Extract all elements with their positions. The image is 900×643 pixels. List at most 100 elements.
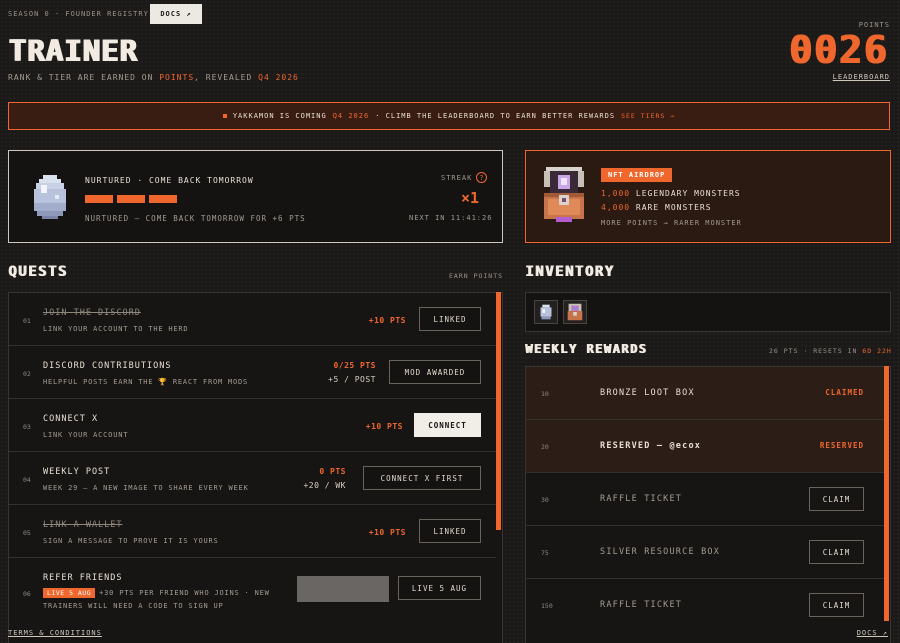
quest-points: +10 PTS xyxy=(365,422,403,431)
quest-subtitle: HELPFUL POSTS EARN THE 🏆 REACT FROM MODS xyxy=(43,378,249,386)
rare-text: RARE MONSTERS xyxy=(635,203,712,212)
rewards-scrollbar[interactable] xyxy=(884,366,889,621)
connect-x-button[interactable]: CONNECT xyxy=(414,413,481,437)
weekly-rewards-title: WEEKLY REWARDS xyxy=(525,342,648,356)
quest-number: 04 xyxy=(23,476,31,484)
quest-points: +10 PTS xyxy=(368,316,406,325)
nft-airdrop-badge: NFT AIRDROP xyxy=(601,168,673,182)
connect-x-first-button[interactable]: CONNECT X FIRST xyxy=(363,466,481,490)
claim-button[interactable]: CLAIM xyxy=(809,593,864,617)
rare-count: 4,000 xyxy=(601,203,631,212)
reward-row: 20 RESERVED — @ecox RESERVED xyxy=(526,420,884,473)
announcement-banner: YAKKAMON IS COMING Q4 2026 · CLIMB THE L… xyxy=(8,102,890,130)
quest-rate: +5 / POST xyxy=(328,375,376,384)
streak-label: STREAK xyxy=(441,174,473,182)
treasure-chest-icon xyxy=(567,303,583,321)
claim-button[interactable]: CLAIM xyxy=(809,540,864,564)
egg-icon[interactable] xyxy=(31,173,69,221)
season-label: SEASON 0 · FOUNDER REGISTRY xyxy=(8,10,149,18)
referral-code-field[interactable] xyxy=(297,576,389,602)
banner-date: Q4 2026 xyxy=(332,112,370,120)
help-icon[interactable]: ? xyxy=(476,172,487,183)
banner-square-icon xyxy=(222,114,227,118)
reward-title: RAFFLE TICKET xyxy=(600,600,683,610)
reward-title: SILVER RESOURCE BOX xyxy=(600,547,721,557)
quest-number: 06 xyxy=(23,590,31,598)
reward-row: 10 BRONZE LOOT BOX CLAIMED xyxy=(526,367,884,420)
linked-button[interactable]: LINKED xyxy=(419,519,481,543)
egg-icon xyxy=(540,304,552,320)
linked-button[interactable]: LINKED xyxy=(419,307,481,331)
nurture-subtitle: NURTURED — COME BACK TOMORROW FOR +6 PTS xyxy=(85,214,306,223)
live-5-aug-button[interactable]: LIVE 5 AUG xyxy=(398,576,481,600)
see-tiers-link[interactable]: SEE TIERS → xyxy=(621,112,675,120)
page-title: TRAINER xyxy=(8,34,138,68)
inventory-slot-egg[interactable] xyxy=(534,300,558,324)
quest-subtitle: WEEK 29 — A NEW IMAGE TO SHARE EVERY WEE… xyxy=(43,484,249,492)
banner-text: YAKKAMON IS COMING xyxy=(232,112,327,120)
banner-text-2: · CLIMB THE LEADERBOARD TO EARN BETTER R… xyxy=(375,112,616,120)
legendary-text: LEGENDARY MONSTERS xyxy=(635,189,741,198)
subtitle-prefix: RANK & TIER ARE EARNED ON xyxy=(8,73,160,82)
claim-button[interactable]: CLAIM xyxy=(809,487,864,511)
nurture-card: NURTURED · COME BACK TOMORROW NURTURED —… xyxy=(8,150,503,243)
treasure-chest-icon xyxy=(544,167,584,222)
reward-threshold: 30 xyxy=(541,496,549,504)
reward-threshold: 10 xyxy=(541,390,549,398)
quest-row: 01 JOIN THE DISCORD LINK YOUR ACCOUNT TO… xyxy=(9,293,496,346)
quest-title: LINK A WALLET xyxy=(43,520,123,530)
subtitle-mid: , REVEALED xyxy=(194,73,259,82)
terms-link[interactable]: TERMS & CONDITIONS xyxy=(8,629,102,637)
quest-row: 04 WEEKLY POST WEEK 29 — A NEW IMAGE TO … xyxy=(9,452,496,505)
quest-subtitle: LINK YOUR ACCOUNT TO THE HERD xyxy=(43,325,189,333)
quest-number: 01 xyxy=(23,317,31,325)
inventory-slot-chest[interactable] xyxy=(563,300,587,324)
docs-button[interactable]: DOCS ↗ xyxy=(150,4,202,24)
quests-scrollbar[interactable] xyxy=(496,292,501,530)
airdrop-line-rare: 4,000 RARE MONSTERS xyxy=(601,203,712,212)
mod-awarded-button[interactable]: MOD AWARDED xyxy=(389,360,481,384)
quest-title: WEEKLY POST xyxy=(43,467,111,477)
next-in-timer: NEXT IN 11:41:26 xyxy=(409,214,493,222)
reward-title: RESERVED — @ecox xyxy=(600,441,702,451)
quest-row: 05 LINK A WALLET SIGN A MESSAGE TO PROVE… xyxy=(9,505,496,558)
subtitle-date: Q4 2026 xyxy=(258,73,299,82)
quest-title: DISCORD CONTRIBUTIONS xyxy=(43,361,172,371)
inventory-bar xyxy=(525,292,891,332)
quest-subtitle-text: +30 PTS PER FRIEND WHO JOINS · NEW xyxy=(99,589,270,597)
quest-subtitle: LINK YOUR ACCOUNT xyxy=(43,431,129,439)
reward-row: 150 RAFFLE TICKET CLAIM xyxy=(526,579,884,632)
reset-time: 6D 22H xyxy=(862,347,892,355)
quest-subtitle: SIGN A MESSAGE TO PROVE IT IS YOURS xyxy=(43,537,219,545)
reward-title: BRONZE LOOT BOX xyxy=(600,388,695,398)
quest-row: 02 DISCORD CONTRIBUTIONS HELPFUL POSTS E… xyxy=(9,346,496,399)
quest-title: CONNECT X xyxy=(43,414,99,424)
quest-points: 0/25 PTS xyxy=(333,361,376,370)
points-value: 0026 xyxy=(788,28,888,72)
progress-segment xyxy=(85,195,113,203)
reward-threshold: 20 xyxy=(541,443,549,451)
earn-points-label: EARN POINTS xyxy=(449,272,504,280)
quest-number: 02 xyxy=(23,370,31,378)
reserved-status: RESERVED xyxy=(819,441,864,450)
quest-rate: +20 / WK xyxy=(303,481,346,490)
quest-subtitle: LIVE 5 AUG +30 PTS PER FRIEND WHO JOINS ·… xyxy=(43,588,270,598)
airdrop-card: NFT AIRDROP 1,000 LEGENDARY MONSTERS 4,0… xyxy=(525,150,891,243)
inventory-title: INVENTORY xyxy=(525,264,615,280)
reward-row: 75 SILVER RESOURCE BOX CLAIM xyxy=(526,526,884,579)
leaderboard-link[interactable]: LEADERBOARD xyxy=(833,73,890,81)
progress-segment xyxy=(117,195,145,203)
weekly-meta: 26 PTS · RESETS IN 6D 22H xyxy=(769,347,892,355)
live-badge: LIVE 5 AUG xyxy=(43,588,96,598)
progress-segment xyxy=(149,195,177,203)
reward-title: RAFFLE TICKET xyxy=(600,494,683,504)
quest-title: REFER FRIENDS xyxy=(43,573,123,583)
airdrop-note: MORE POINTS → RARER MONSTER xyxy=(601,219,742,227)
quests-list: 01 JOIN THE DISCORD LINK YOUR ACCOUNT TO… xyxy=(8,292,503,643)
page-subtitle: RANK & TIER ARE EARNED ON POINTS, REVEAL… xyxy=(8,73,299,82)
airdrop-line-legendary: 1,000 LEGENDARY MONSTERS xyxy=(601,189,741,198)
streak-value: ×1 xyxy=(461,189,480,207)
docs-footer-link[interactable]: DOCS ↗ xyxy=(857,629,888,637)
subtitle-points: POINTS xyxy=(159,73,195,82)
quest-number: 03 xyxy=(23,423,31,431)
